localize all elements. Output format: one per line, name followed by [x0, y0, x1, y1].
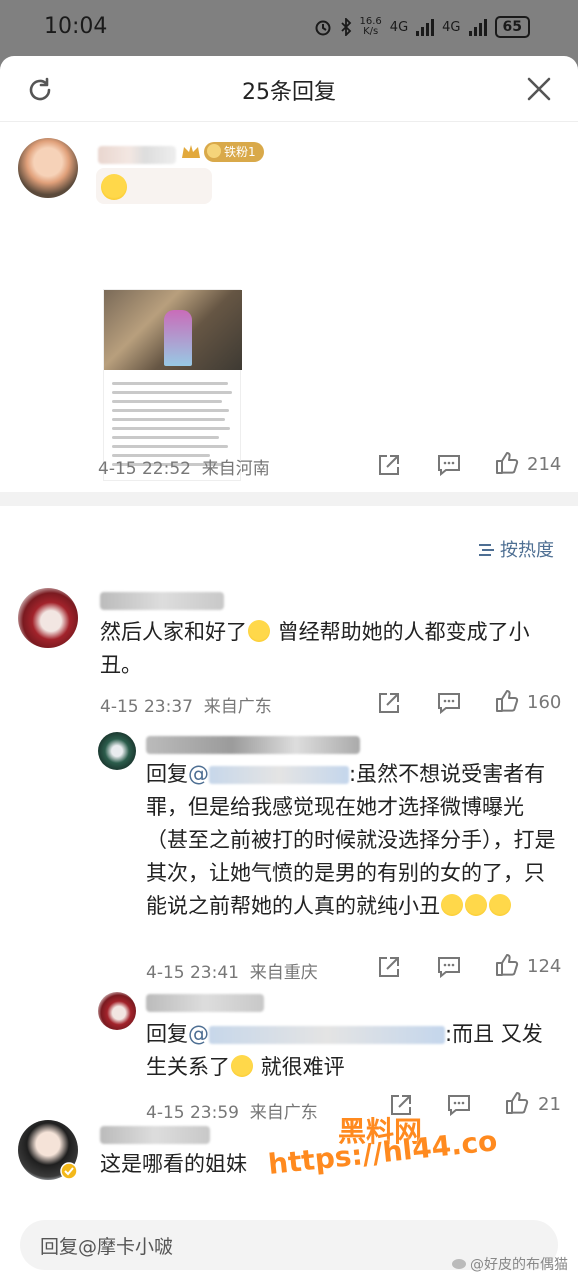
comment-text: 这是哪看的姐妹: [100, 1152, 247, 1176]
avatar[interactable]: [18, 588, 78, 648]
replies-sheet: 25条回复 铁粉1 4-15 22:52 来自河南 214 按热度 然后人家和好…: [0, 56, 578, 1280]
badge-icon: [207, 144, 221, 158]
laugh-cry-emoji-icon: [441, 894, 463, 916]
comment-icon[interactable]: [436, 452, 462, 478]
comment-location: 来自广东: [249, 1103, 318, 1123]
comment-meta: 4-15 23:59 来自广东: [146, 1098, 318, 1123]
alarm-icon: [315, 20, 331, 36]
like-icon[interactable]: [494, 952, 520, 978]
username-blurred[interactable]: [100, 1126, 210, 1144]
sort-button[interactable]: 按热度: [478, 536, 554, 562]
username-blurred[interactable]: [98, 146, 176, 164]
crying-emoji-icon: [231, 1055, 253, 1077]
network-speed: 16.6 K/s: [359, 16, 382, 37]
avatar[interactable]: [98, 992, 136, 1030]
share-icon[interactable]: [376, 954, 402, 980]
like-count: 214: [527, 454, 562, 475]
username-blurred[interactable]: [146, 994, 264, 1012]
image-figure: [164, 310, 192, 366]
comment-icon[interactable]: [436, 690, 462, 716]
comment-date: 4-15 22:52: [98, 459, 191, 479]
status-time: 10:04: [44, 14, 108, 39]
hug-emoji-icon: [101, 174, 127, 200]
attached-image[interactable]: [103, 289, 242, 481]
avatar[interactable]: [18, 138, 78, 198]
mention-blurred: [209, 1026, 445, 1044]
username-blurred[interactable]: [100, 592, 224, 610]
network-label-2: 4G: [442, 19, 461, 35]
share-icon[interactable]: [376, 452, 402, 478]
laugh-cry-emoji-icon: [465, 894, 487, 916]
reply-text: 回复@:虽然不想说受害者有罪，但是给我感觉现在她才选择微博曝光（甚至之前被打的时…: [146, 762, 556, 918]
reply-text: 回复@:而且 又发生关系了 就很难评: [146, 1022, 543, 1079]
sheet-header: 25条回复: [0, 56, 578, 122]
comment-location: 来自河南: [201, 459, 270, 479]
comment-meta: 4-15 23:41 来自重庆: [146, 958, 318, 983]
mention-link[interactable]: @: [188, 762, 209, 786]
comment-icon[interactable]: [446, 1092, 472, 1118]
watermark-footer: @好皮的布偶猫: [451, 1254, 568, 1274]
bluetooth-icon: [340, 18, 351, 36]
signal-icon: [468, 18, 487, 36]
verified-badge-icon: [60, 1162, 78, 1180]
comment-location: 来自广东: [203, 697, 272, 717]
comment-icon[interactable]: [436, 954, 462, 980]
comment-text: 然后人家和好了 曾经帮助她的人都变成了小丑。: [100, 620, 530, 677]
reply-placeholder: 回复@摩卡小啵: [40, 1236, 174, 1258]
like-icon[interactable]: [494, 688, 520, 714]
status-bar: 10:04 16.6 K/s 4G 4G 65: [0, 0, 578, 56]
battery-indicator: 65: [494, 16, 530, 38]
comment-location: 来自重庆: [249, 963, 318, 983]
close-icon[interactable]: [526, 76, 552, 102]
mention-blurred: [209, 766, 349, 784]
comment-date: 4-15 23:37: [100, 697, 193, 717]
like-count: 124: [527, 956, 562, 977]
smile-emoji-icon: [248, 620, 270, 642]
sort-icon: [479, 544, 494, 556]
status-icons: 16.6 K/s 4G 4G 65: [314, 16, 530, 38]
signal-icon: [416, 18, 435, 36]
crown-icon: [182, 145, 200, 158]
weibo-logo-icon: [451, 1259, 466, 1269]
comment-date: 4-15 23:41: [146, 963, 239, 983]
avatar[interactable]: [98, 732, 136, 770]
mention-link[interactable]: @: [188, 1022, 209, 1046]
share-icon[interactable]: [376, 690, 402, 716]
laugh-cry-emoji-icon: [489, 894, 511, 916]
sheet-title: 25条回复: [242, 80, 336, 105]
fan-badge: 铁粉1: [204, 142, 264, 162]
comment-meta: 4-15 22:52 来自河南: [98, 454, 270, 479]
like-count: 160: [527, 692, 562, 713]
network-label-1: 4G: [389, 19, 409, 35]
username-blurred[interactable]: [146, 736, 360, 754]
comment-date: 4-15 23:59: [146, 1103, 239, 1123]
like-icon[interactable]: [504, 1090, 530, 1116]
like-count: 21: [538, 1094, 561, 1115]
comment-meta: 4-15 23:37 来自广东: [100, 692, 272, 717]
like-icon[interactable]: [494, 450, 520, 476]
section-divider: [0, 492, 578, 506]
emoji-sticker: [96, 168, 212, 204]
